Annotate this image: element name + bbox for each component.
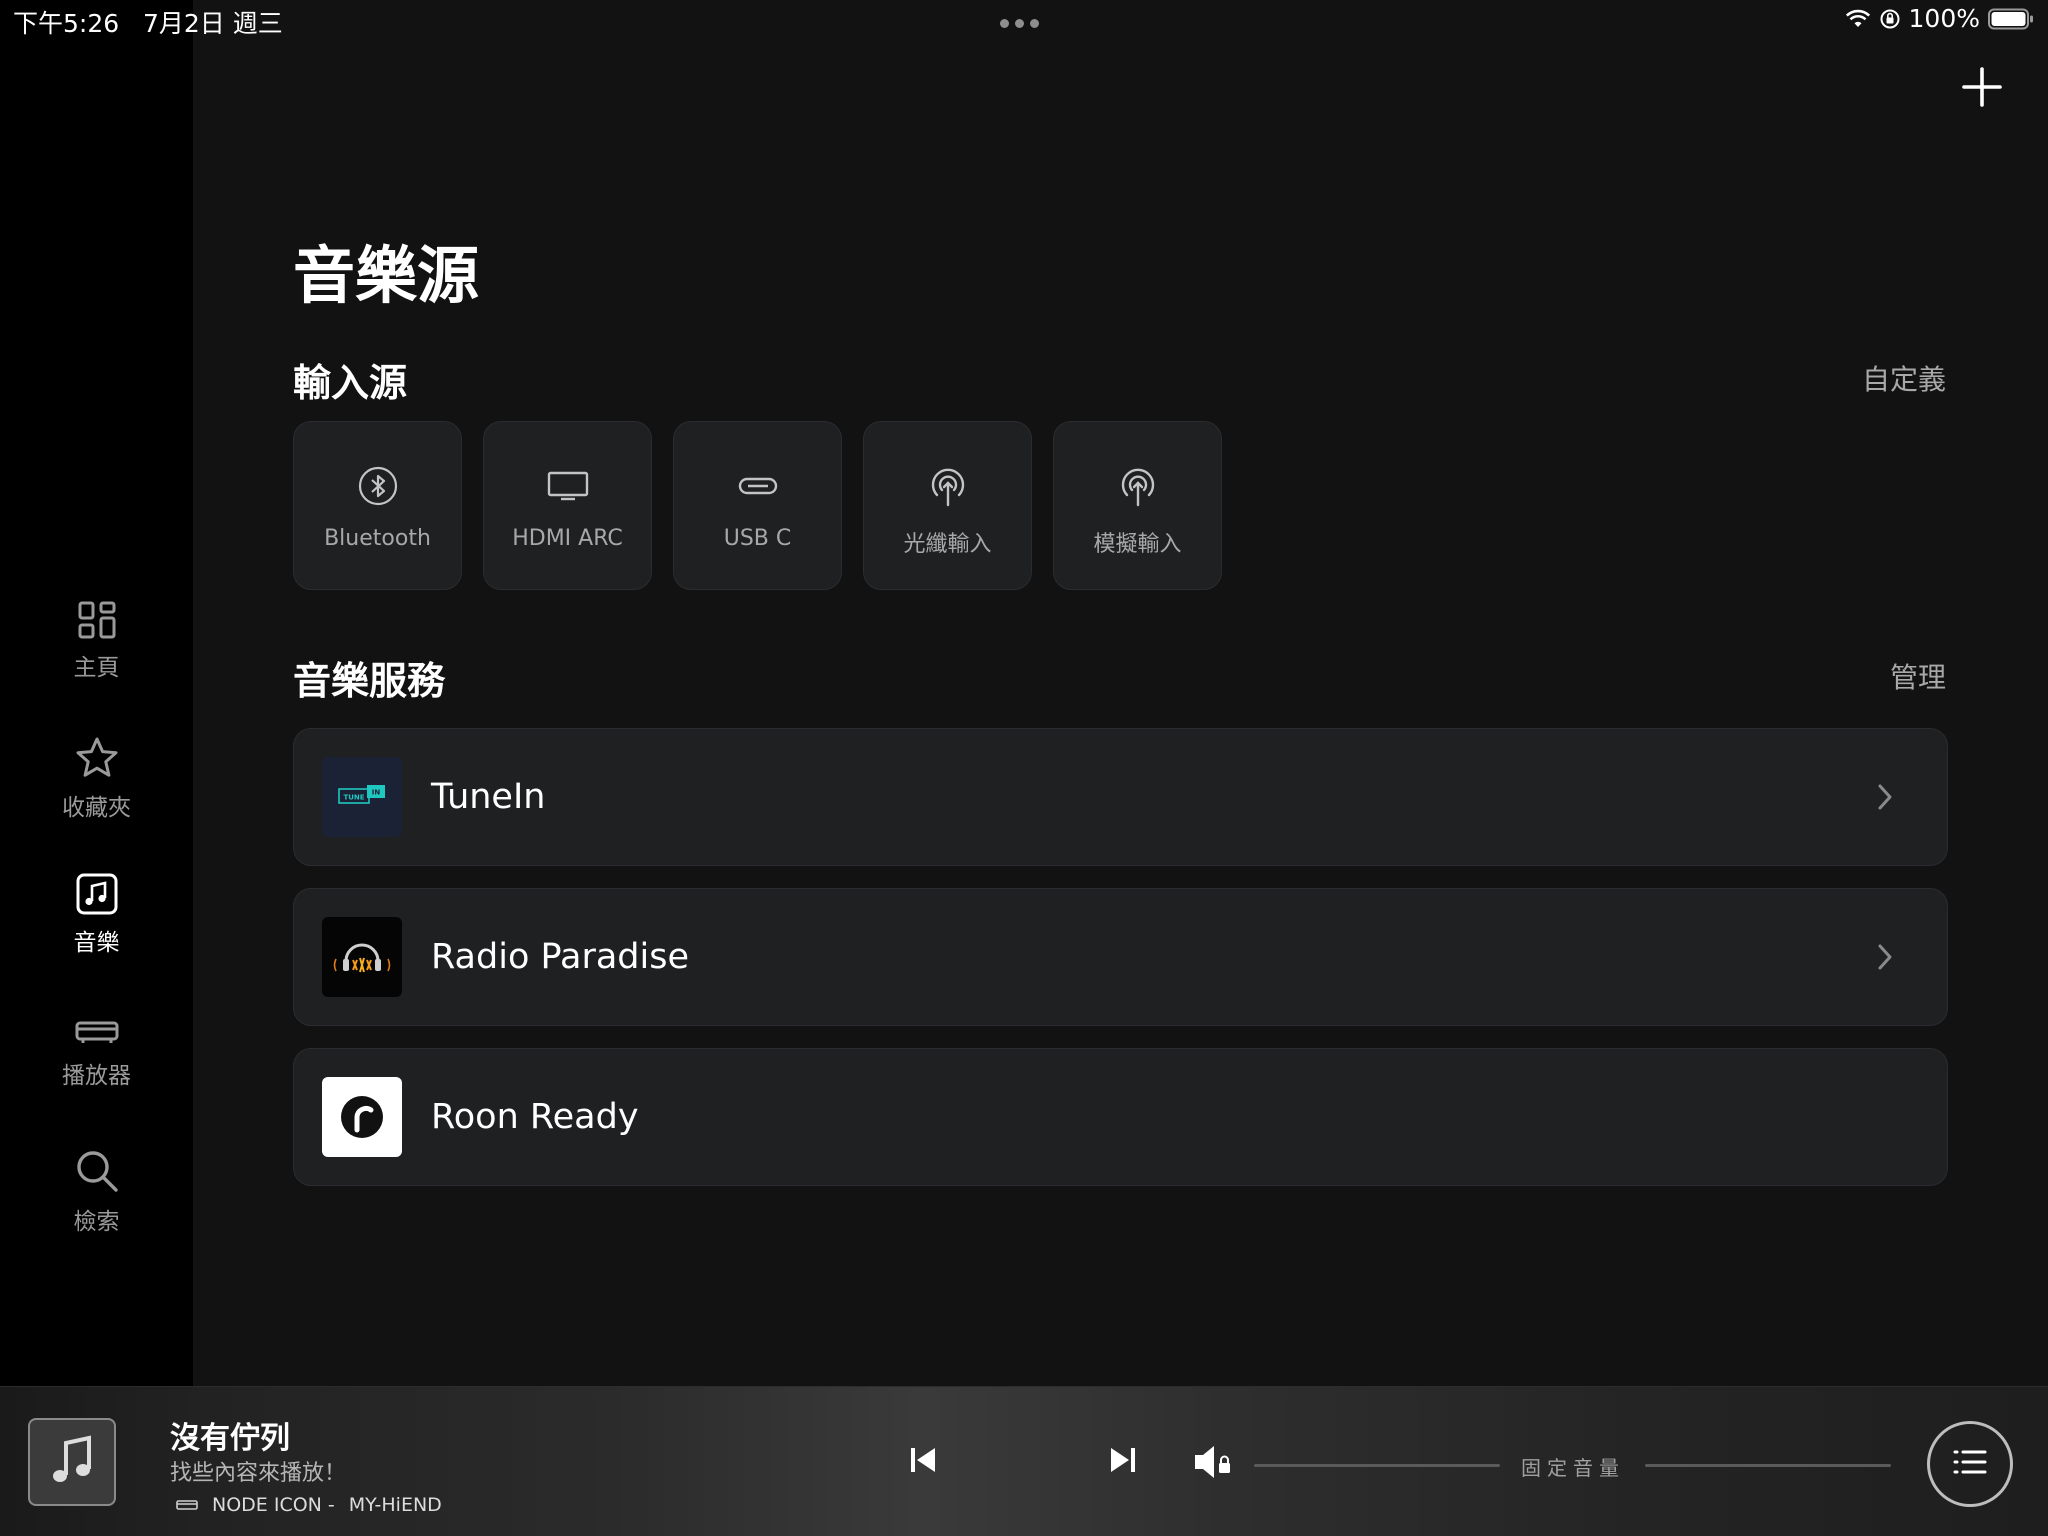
input-tile-usb-c[interactable]: USB C xyxy=(673,421,842,590)
tile-label: 光纖輸入 xyxy=(903,532,992,557)
search-icon xyxy=(74,1148,120,1194)
now-playing-title: 沒有佇列 xyxy=(170,1421,290,1456)
customize-button[interactable]: 自定義 xyxy=(1862,358,1946,398)
input-tile-bluetooth[interactable]: Bluetooth xyxy=(293,421,462,590)
tunein-logo-text: TUNE xyxy=(343,794,364,802)
skip-next-icon xyxy=(1108,1448,1138,1479)
skip-previous-icon xyxy=(908,1448,938,1479)
chevron-right-icon xyxy=(1875,942,1895,976)
manage-button[interactable]: 管理 xyxy=(1890,656,1946,696)
volume-button[interactable] xyxy=(1192,1443,1236,1485)
fixed-volume-label: 固定音量 xyxy=(1521,1456,1625,1480)
service-row-radio-paradise[interactable]: Radio Paradise xyxy=(293,888,1948,1026)
add-button[interactable] xyxy=(1957,62,2007,112)
sidebar-item-home[interactable]: 主頁 xyxy=(0,600,193,682)
list-icon xyxy=(1952,1447,1988,1481)
plus-icon xyxy=(1957,67,2007,116)
analog-input-icon xyxy=(1118,464,1158,508)
sidebar-item-players[interactable]: 播放器 xyxy=(0,1018,193,1090)
input-tile-hdmi-arc[interactable]: HDMI ARC xyxy=(483,421,652,590)
music-note-icon xyxy=(76,873,118,915)
tile-label: HDMI ARC xyxy=(512,526,623,551)
star-icon xyxy=(74,736,120,780)
volume-track-right xyxy=(1645,1464,1891,1467)
next-track-button[interactable] xyxy=(1108,1445,1138,1479)
sidebar-item-label: 檢索 xyxy=(73,1209,120,1235)
status-date: 7月2日 週三 xyxy=(142,9,283,38)
sidebar: 主頁 收藏夾 音樂 播放器 檢索 xyxy=(0,0,193,1386)
svg-text:IN: IN xyxy=(372,789,381,797)
services-section-title: 音樂服務 xyxy=(293,659,446,703)
player-device-icon xyxy=(176,1494,198,1516)
bluetooth-icon xyxy=(358,464,398,508)
radio-paradise-logo xyxy=(322,917,402,997)
service-name: TuneIn xyxy=(431,777,546,817)
grid-icon xyxy=(77,600,117,640)
service-row-roon-ready[interactable]: Roon Ready xyxy=(293,1048,1948,1186)
tunein-logo: TUNE IN xyxy=(322,757,402,837)
volume-track-left xyxy=(1254,1464,1500,1467)
sidebar-item-label: 播放器 xyxy=(62,1063,131,1089)
sidebar-item-label: 收藏夾 xyxy=(62,795,131,821)
device-name: MY-HiEND xyxy=(348,1494,442,1516)
usb-c-icon xyxy=(738,464,778,508)
battery-percent: 100% xyxy=(1908,4,1980,33)
previous-track-button[interactable] xyxy=(908,1445,938,1479)
device-node: NODE ICON - xyxy=(212,1494,335,1516)
orientation-lock-icon xyxy=(1879,8,1901,30)
queue-button[interactable] xyxy=(1927,1421,2013,1507)
battery-icon xyxy=(1988,8,2034,30)
player-device-icon xyxy=(74,1018,120,1048)
music-note-icon xyxy=(47,1433,97,1491)
inputs-section-title: 輸入源 xyxy=(293,361,408,405)
chevron-right-icon xyxy=(1875,782,1895,816)
status-clock: 下午5:26 xyxy=(13,9,120,38)
album-art-placeholder[interactable] xyxy=(28,1418,116,1506)
multitasking-dots[interactable] xyxy=(1000,19,1039,28)
status-bar: 下午5:26 7月2日 週三 100% xyxy=(0,0,2048,40)
input-tiles: Bluetooth HDMI ARC USB C 光纖輸入 模擬輸入 xyxy=(293,421,1222,590)
service-row-tunein[interactable]: TUNE IN TuneIn xyxy=(293,728,1948,866)
speaker-locked-icon xyxy=(1192,1446,1236,1485)
wifi-icon xyxy=(1845,9,1871,29)
sidebar-item-favorites[interactable]: 收藏夾 xyxy=(0,736,193,822)
input-tile-optical[interactable]: 光纖輸入 xyxy=(863,421,1032,590)
status-time: 下午5:26 7月2日 週三 xyxy=(13,4,283,40)
sidebar-item-search[interactable]: 檢索 xyxy=(0,1148,193,1236)
optical-input-icon xyxy=(928,464,968,508)
tv-icon xyxy=(547,464,589,508)
page-title: 音樂源 xyxy=(293,239,480,312)
now-playing-subtitle: 找些內容來播放！ xyxy=(170,1461,347,1486)
sidebar-item-music[interactable]: 音樂 xyxy=(0,873,193,957)
sidebar-item-label: 主頁 xyxy=(73,655,120,681)
tile-label: Bluetooth xyxy=(324,526,431,551)
tile-label: USB C xyxy=(723,526,792,551)
sidebar-item-label: 音樂 xyxy=(73,930,120,956)
output-device[interactable]: NODE ICON - MY-HiEND xyxy=(176,1494,442,1516)
input-tile-analog[interactable]: 模擬輸入 xyxy=(1053,421,1222,590)
service-name: Radio Paradise xyxy=(431,937,690,977)
tile-label: 模擬輸入 xyxy=(1093,532,1182,557)
now-playing-bar: 沒有佇列 找些內容來播放！ NODE ICON - MY-HiEND 固定音量 xyxy=(0,1386,2048,1536)
service-name: Roon Ready xyxy=(431,1097,639,1137)
roon-ready-logo xyxy=(322,1077,402,1157)
